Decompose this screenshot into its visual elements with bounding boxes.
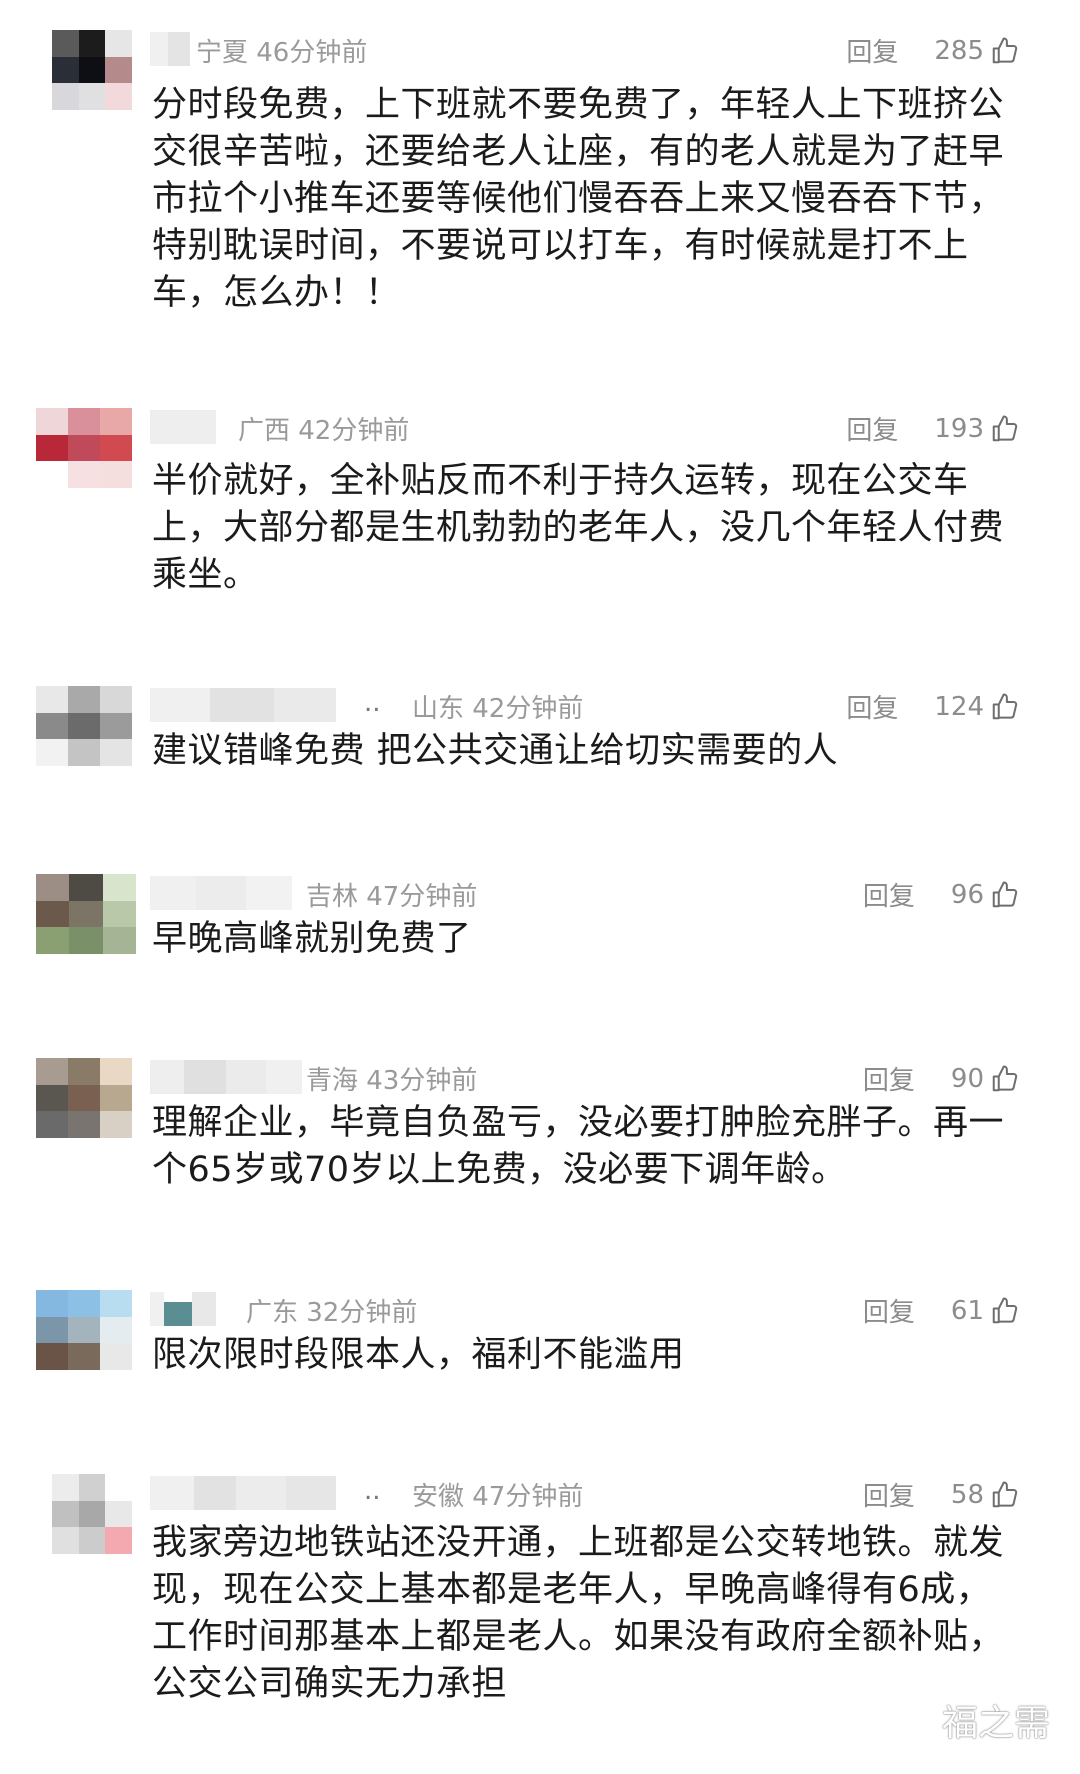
like-count: 193	[934, 413, 984, 444]
region-time: 广东 32分钟前	[246, 1298, 418, 1328]
avatar[interactable]	[36, 686, 132, 766]
thumbs-up-icon[interactable]	[990, 692, 1020, 722]
comment-text: 限次限时段限本人，福利不能滥用	[152, 1335, 685, 1375]
username-blurred[interactable]	[150, 32, 190, 66]
username-blurred[interactable]	[150, 410, 216, 444]
reply-button[interactable]: 回复	[863, 876, 915, 913]
thumbs-up-icon[interactable]	[990, 1480, 1020, 1510]
avatar[interactable]	[52, 1474, 132, 1554]
ellipsis: ..	[364, 1476, 381, 1506]
avatar[interactable]	[36, 874, 136, 954]
ellipsis: ..	[364, 688, 381, 718]
comment-text: 理解企业，毕竟自负盈亏，没必要打肿脸充胖子。再一个65岁或70岁以上免费，没必要…	[152, 1103, 1005, 1190]
username-blurred[interactable]	[150, 1060, 302, 1094]
avatar[interactable]	[52, 30, 132, 110]
like-count: 90	[950, 1063, 984, 1094]
avatar[interactable]	[36, 1290, 132, 1370]
comment-text: 我家旁边地铁站还没开通，上班都是公交转地铁。就发现，现在公交上基本都是老年人，早…	[152, 1523, 1005, 1704]
comment-text: 半价就好，全补贴反而不利于持久运转，现在公交车上，大部分都是生机勃勃的老年人，没…	[152, 461, 1005, 595]
avatar[interactable]	[36, 408, 132, 488]
like-count: 58	[950, 1479, 984, 1510]
region-time: 安徽 47分钟前	[412, 1482, 584, 1512]
like-count: 285	[934, 35, 984, 66]
username-blurred[interactable]	[150, 1292, 216, 1326]
thumbs-up-icon[interactable]	[990, 1064, 1020, 1094]
reply-button[interactable]: 回复	[846, 32, 898, 69]
comment-text: 建议错峰免费 把公共交通让给切实需要的人	[152, 731, 839, 771]
region-time: 宁夏 46分钟前	[196, 38, 368, 68]
comment-text: 分时段免费，上下班就不要免费了，年轻人上下班挤公交很辛苦啦，还要给老人让座，有的…	[152, 85, 1005, 313]
thumbs-up-icon[interactable]	[990, 1296, 1020, 1326]
region-time: 广西 42分钟前	[238, 416, 410, 446]
username-blurred[interactable]	[150, 1476, 336, 1510]
like-count: 61	[950, 1295, 984, 1326]
reply-button[interactable]: 回复	[846, 410, 898, 447]
region-time: 山东 42分钟前	[412, 694, 584, 724]
thumbs-up-icon[interactable]	[990, 414, 1020, 444]
region-time: 青海 43分钟前	[306, 1066, 478, 1096]
username-blurred[interactable]	[150, 688, 336, 722]
thumbs-up-icon[interactable]	[990, 36, 1020, 66]
like-count: 124	[934, 691, 984, 722]
avatar[interactable]	[36, 1058, 132, 1138]
region-time: 吉林 47分钟前	[306, 882, 478, 912]
reply-button[interactable]: 回复	[863, 1476, 915, 1513]
reply-button[interactable]: 回复	[863, 1292, 915, 1329]
reply-button[interactable]: 回复	[846, 688, 898, 725]
reply-button[interactable]: 回复	[863, 1060, 915, 1097]
watermark: 福之需	[941, 1703, 1050, 1744]
thumbs-up-icon[interactable]	[990, 880, 1020, 910]
username-blurred[interactable]	[150, 876, 292, 910]
like-count: 96	[950, 879, 984, 910]
comment-text: 早晚高峰就别免费了	[152, 919, 472, 959]
